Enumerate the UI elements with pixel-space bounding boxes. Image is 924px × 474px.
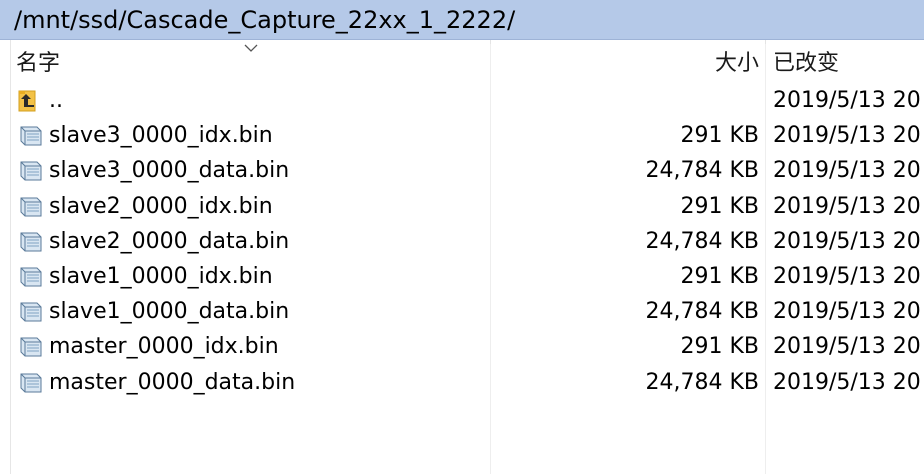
path-bar[interactable]: /mnt/ssd/Cascade_Capture_22xx_1_2222/	[0, 0, 924, 40]
list-item[interactable]: master_0000_data.bin 24,784 KB 2019/5/13…	[11, 365, 924, 400]
file-name: ..	[49, 88, 63, 113]
list-item[interactable]: slave1_0000_idx.bin 291 KB 2019/5/13 20	[11, 259, 924, 294]
file-icon	[20, 197, 42, 217]
chevron-down-icon	[244, 44, 258, 52]
list-item[interactable]: slave2_0000_idx.bin 291 KB 2019/5/13 20	[11, 189, 924, 224]
file-modified: 2019/5/13 20	[773, 369, 921, 395]
file-icon	[20, 337, 42, 357]
file-size: 291 KB	[680, 334, 759, 360]
column-header-size[interactable]: 大小	[491, 40, 759, 84]
file-name: master_0000_idx.bin	[49, 334, 279, 360]
file-name: slave3_0000_data.bin	[49, 158, 290, 184]
file-icon	[20, 302, 42, 322]
file-size: 24,784 KB	[645, 299, 760, 325]
file-icon	[20, 232, 42, 252]
file-list: .. 2019/5/13 20 slave3_0000_idx.bin 291 …	[11, 83, 924, 400]
list-item-parent[interactable]: .. 2019/5/13 20	[11, 83, 924, 118]
file-name: slave3_0000_idx.bin	[49, 123, 273, 149]
file-size: 291 KB	[680, 263, 759, 289]
file-modified: 2019/5/13 20	[773, 334, 921, 360]
left-panel-edge	[0, 40, 11, 474]
file-name: slave1_0000_data.bin	[49, 299, 290, 325]
file-icon	[20, 373, 42, 392]
file-modified: 2019/5/13 20	[773, 299, 921, 325]
file-name: slave1_0000_idx.bin	[49, 263, 273, 289]
file-size: 291 KB	[680, 193, 759, 219]
file-name: master_0000_data.bin	[49, 369, 296, 395]
list-item[interactable]: slave1_0000_data.bin 24,784 KB 2019/5/13…	[11, 294, 924, 329]
file-name: slave2_0000_idx.bin	[49, 193, 273, 219]
column-header-name[interactable]: 名字	[16, 40, 60, 84]
file-modified: 2019/5/13 20	[773, 193, 921, 219]
file-icon	[20, 161, 42, 181]
file-size: 291 KB	[680, 123, 759, 149]
list-item[interactable]: slave2_0000_data.bin 24,784 KB 2019/5/13…	[11, 224, 924, 259]
file-modified: 2019/5/13 20	[773, 88, 921, 113]
parent-folder-icon	[18, 90, 36, 112]
file-size: 24,784 KB	[645, 158, 760, 184]
file-modified: 2019/5/13 20	[773, 228, 921, 254]
file-name: slave2_0000_data.bin	[49, 228, 290, 254]
file-browser-window: /mnt/ssd/Cascade_Capture_22xx_1_2222/ 名字…	[0, 0, 924, 474]
path-text[interactable]: /mnt/ssd/Cascade_Capture_22xx_1_2222/	[14, 2, 515, 38]
file-icon	[20, 126, 42, 146]
column-header-modified[interactable]: 已改变	[773, 40, 839, 84]
file-modified: 2019/5/13 20	[773, 263, 921, 289]
list-item[interactable]: slave3_0000_data.bin 24,784 KB 2019/5/13…	[11, 153, 924, 188]
column-header-bar: 名字 大小 已改变	[11, 40, 924, 84]
file-modified: 2019/5/13 20	[773, 123, 921, 149]
file-modified: 2019/5/13 20	[773, 158, 921, 184]
list-item[interactable]: master_0000_idx.bin 291 KB 2019/5/13 20	[11, 329, 924, 364]
list-item[interactable]: slave3_0000_idx.bin 291 KB 2019/5/13 20	[11, 118, 924, 153]
file-size: 24,784 KB	[645, 228, 760, 254]
file-size: 24,784 KB	[645, 369, 760, 395]
file-icon	[20, 267, 42, 287]
